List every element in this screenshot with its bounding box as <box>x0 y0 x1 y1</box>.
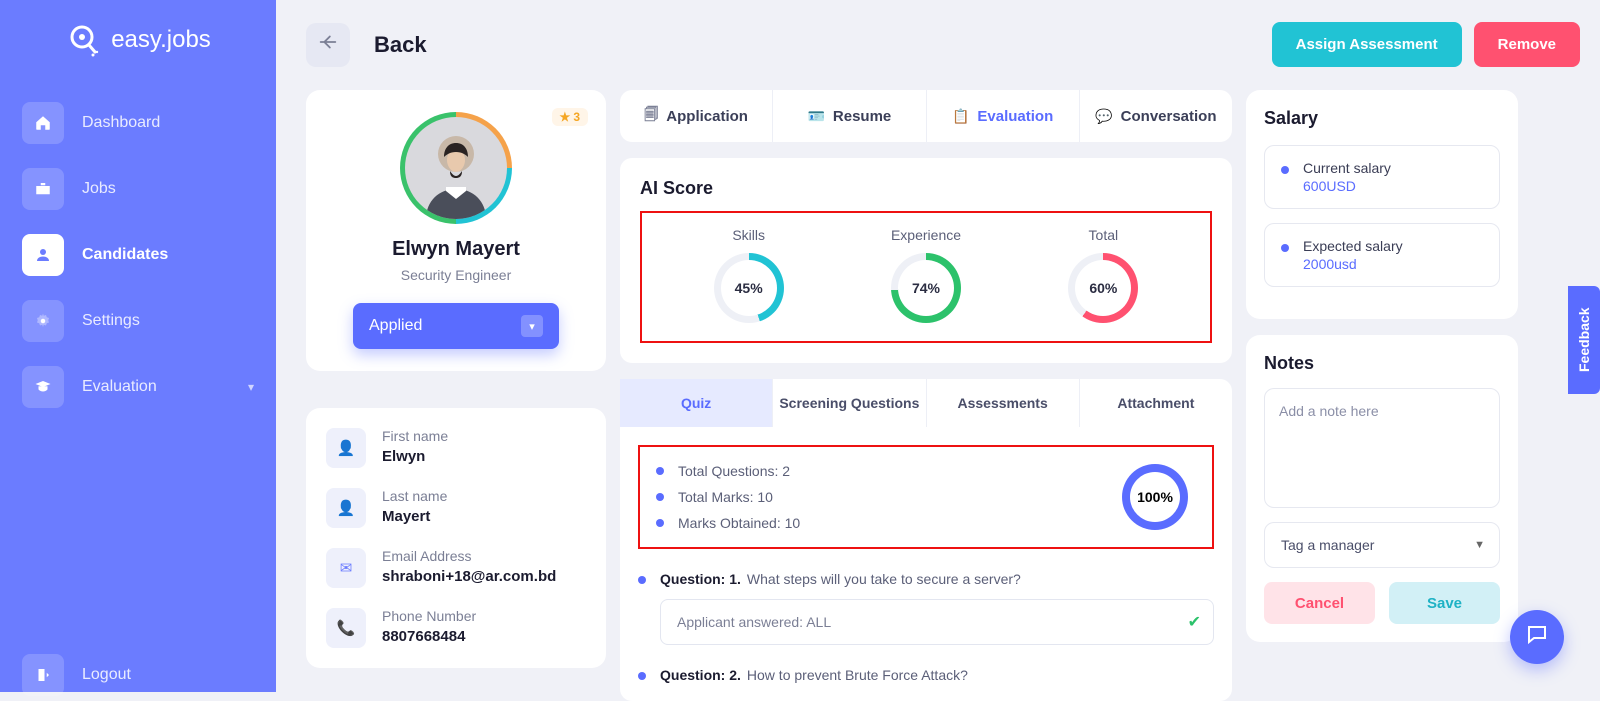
info-first-name: 👤 First nameElwyn <box>326 428 586 468</box>
bullet-icon <box>638 672 646 680</box>
page-header: Back Assign Assessment Remove <box>306 22 1580 67</box>
bullet-icon <box>656 519 664 527</box>
star-icon: ★ <box>560 110 571 124</box>
sidebar: easy.jobs Dashboard Jobs Candidates Sett… <box>0 0 276 692</box>
arrow-left-icon <box>317 31 339 58</box>
sidebar-item-label: Candidates <box>82 246 168 264</box>
sidebar-item-label: Dashboard <box>82 114 160 132</box>
graduation-icon <box>22 366 64 408</box>
id-card-icon: 🪪 <box>807 108 824 125</box>
info-email: ✉ Email Addressshraboni+18@ar.com.bd <box>326 548 586 588</box>
tab-conversation[interactable]: 💬Conversation <box>1080 90 1232 142</box>
check-icon: ✔ <box>1188 612 1201 632</box>
clipboard-icon: 📋 <box>952 108 969 125</box>
quiz-summary: Total Questions: 2 Total Marks: 10 Marks… <box>638 445 1214 549</box>
candidate-info-card: 👤 First nameElwyn 👤 Last nameMayert ✉ Em… <box>306 408 606 668</box>
brand-name: easy.jobs <box>111 26 211 54</box>
subtab-screening[interactable]: Screening Questions <box>773 379 926 427</box>
quiz-score-ring: 100% <box>1122 464 1188 530</box>
bullet-icon <box>656 467 664 475</box>
user-icon: 👤 <box>326 428 366 468</box>
salary-current: Current salary600USD <box>1264 145 1500 209</box>
score-skills: Skills 45% <box>714 227 784 323</box>
sidebar-item-dashboard[interactable]: Dashboard <box>22 90 254 156</box>
evaluation-panel: 🗐Application 🪪Resume 📋Evaluation 💬Conver… <box>620 90 1232 701</box>
info-last-name: 👤 Last nameMayert <box>326 488 586 528</box>
user-icon: 👤 <box>326 488 366 528</box>
briefcase-icon <box>22 168 64 210</box>
sidebar-item-label: Settings <box>82 312 140 330</box>
brand: easy.jobs <box>0 0 276 80</box>
rating-badge: ★3 <box>552 108 588 126</box>
tab-resume[interactable]: 🪪Resume <box>773 90 926 142</box>
avatar <box>400 112 512 224</box>
quiz-card: Quiz Screening Questions Assessments Att… <box>620 379 1232 701</box>
chevron-down-icon: ▾ <box>521 315 543 337</box>
user-icon <box>22 234 64 276</box>
sidebar-item-label: Evaluation <box>82 378 157 396</box>
brand-logo-icon <box>65 22 101 58</box>
subtab-quiz[interactable]: Quiz <box>620 379 773 427</box>
right-panel: Salary Current salary600USD Expected sal… <box>1246 90 1518 642</box>
quiz-answer-1: Applicant answered: ALL ✔ <box>660 599 1214 645</box>
remove-button[interactable]: Remove <box>1474 22 1580 67</box>
ai-score-card: AI Score Skills 45% Experience 74% Total… <box>620 158 1232 363</box>
mail-icon: ✉ <box>326 548 366 588</box>
sidebar-item-logout[interactable]: Logout <box>22 654 131 696</box>
notes-card: Notes Add a note here Tag a manager ▼ Ca… <box>1246 335 1518 642</box>
ai-score-row: Skills 45% Experience 74% Total 60% <box>640 211 1212 343</box>
page-title: Back <box>374 32 427 58</box>
bullet-icon <box>656 493 664 501</box>
chevron-down-icon: ▾ <box>248 380 254 394</box>
status-label: Applied <box>369 317 422 335</box>
quiz-question-2: Question: 2.How to prevent Brute Force A… <box>638 667 1214 683</box>
subtab-attachment[interactable]: Attachment <box>1080 379 1232 427</box>
sidebar-item-label: Jobs <box>82 180 116 198</box>
bullet-icon <box>638 576 646 584</box>
avatar-image <box>405 117 507 219</box>
ai-score-title: AI Score <box>640 178 1212 199</box>
salary-card: Salary Current salary600USD Expected sal… <box>1246 90 1518 319</box>
sidebar-item-settings[interactable]: Settings <box>22 288 254 354</box>
candidate-role: Security Engineer <box>324 267 588 283</box>
notes-input[interactable]: Add a note here <box>1264 388 1500 508</box>
caret-down-icon: ▼ <box>1474 539 1485 551</box>
status-dropdown[interactable]: Applied ▾ <box>353 303 559 349</box>
feedback-tab[interactable]: Feedback <box>1568 286 1600 394</box>
cancel-button[interactable]: Cancel <box>1264 582 1375 624</box>
bullet-icon <box>1281 244 1289 252</box>
sidebar-item-evaluation[interactable]: Evaluation ▾ <box>22 354 254 420</box>
main-tabs: 🗐Application 🪪Resume 📋Evaluation 💬Conver… <box>620 90 1232 142</box>
quiz-question-1: Question: 1.What steps will you take to … <box>638 571 1214 587</box>
chat-fab[interactable] <box>1510 610 1564 664</box>
score-experience: Experience 74% <box>891 227 961 323</box>
tab-application[interactable]: 🗐Application <box>620 90 773 142</box>
subtab-assessments[interactable]: Assessments <box>927 379 1080 427</box>
document-icon: 🗐 <box>644 104 658 128</box>
assign-assessment-button[interactable]: Assign Assessment <box>1272 22 1462 67</box>
salary-expected: Expected salary2000usd <box>1264 223 1500 287</box>
candidate-profile-card: ★3 Elwyn Mayert Security Engineer Applie… <box>306 90 606 371</box>
sub-tabs: Quiz Screening Questions Assessments Att… <box>620 379 1232 427</box>
notes-title: Notes <box>1264 353 1500 374</box>
score-total: Total 60% <box>1068 227 1138 323</box>
salary-title: Salary <box>1264 108 1500 129</box>
phone-icon: 📞 <box>326 608 366 648</box>
logout-icon <box>22 654 64 696</box>
info-phone: 📞 Phone Number8807668484 <box>326 608 586 648</box>
bullet-icon <box>1281 166 1289 174</box>
home-icon <box>22 102 64 144</box>
candidate-name: Elwyn Mayert <box>324 238 588 261</box>
save-button[interactable]: Save <box>1389 582 1500 624</box>
tab-evaluation[interactable]: 📋Evaluation <box>927 90 1080 142</box>
sidebar-item-label: Logout <box>82 666 131 684</box>
chat-bubble-icon <box>1525 622 1549 652</box>
sidebar-item-candidates[interactable]: Candidates <box>22 222 254 288</box>
tag-manager-select[interactable]: Tag a manager ▼ <box>1264 522 1500 568</box>
gear-icon <box>22 300 64 342</box>
sidebar-item-jobs[interactable]: Jobs <box>22 156 254 222</box>
back-button[interactable] <box>306 23 350 67</box>
chat-icon: 💬 <box>1095 108 1112 125</box>
